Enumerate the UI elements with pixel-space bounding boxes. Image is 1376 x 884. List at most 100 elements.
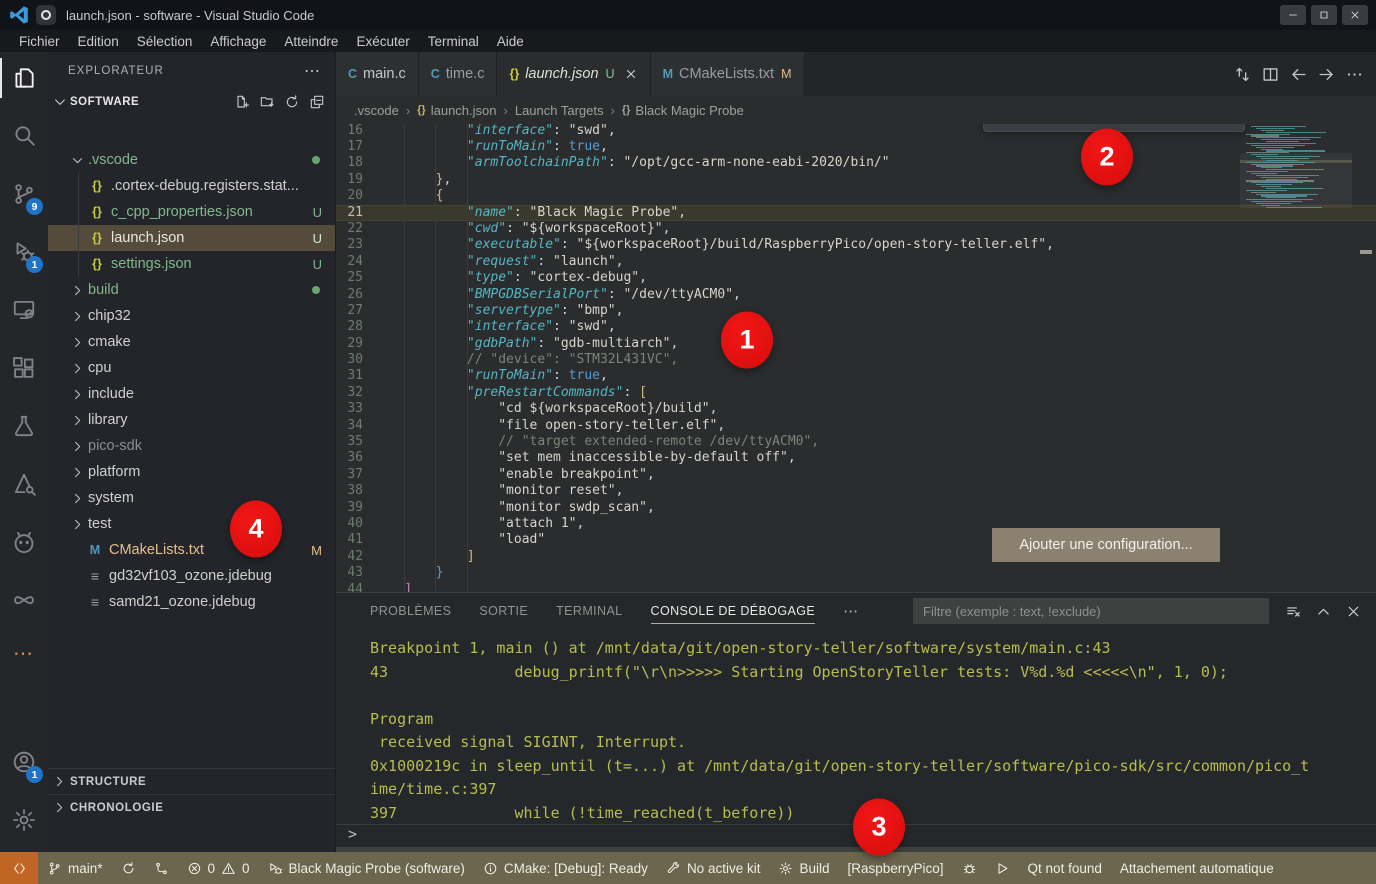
activity-settings-gear[interactable] (0, 794, 48, 846)
menu-aide[interactable]: Aide (488, 32, 533, 51)
activity-extensions[interactable] (0, 342, 48, 394)
tree-item--cortex-debug-registers-stat-[interactable]: {}.cortex-debug.registers.stat... (48, 173, 336, 199)
activity-run-debug[interactable]: 1 (0, 226, 48, 278)
tree-item-include[interactable]: include (48, 381, 336, 407)
tree-item-test[interactable]: test (48, 511, 336, 537)
activity-source-control[interactable]: 9 (0, 168, 48, 220)
activity-ellipsis[interactable]: ⋯ (0, 632, 48, 684)
close-button[interactable] (1342, 5, 1368, 25)
tab-cmakelists-txt[interactable]: MCMakeLists.txtM (651, 52, 805, 96)
section-chronologie[interactable]: CHRONOLOGIE (48, 794, 336, 820)
close-button[interactable] (1345, 603, 1362, 620)
menu-atteindre[interactable]: Atteindre (275, 32, 347, 51)
debug-continue-button[interactable] (1047, 124, 1071, 127)
collapse-all-button[interactable] (309, 94, 325, 110)
debug-step-out-button[interactable] (1130, 124, 1154, 127)
minimize-button[interactable] (1280, 5, 1306, 25)
tree-item-chip32[interactable]: chip32 (48, 303, 336, 329)
panel-tab-probl-mes[interactable]: PROBLÈMES (370, 593, 451, 629)
editor-scrollbar[interactable] (1356, 124, 1376, 592)
refresh-button[interactable] (284, 94, 300, 110)
activity-test-beaker[interactable] (0, 400, 48, 452)
status-build[interactable]: Build (769, 852, 838, 884)
tree-item-c-cpp-properties-json[interactable]: {}c_cpp_properties.jsonU (48, 199, 336, 225)
status-git-graph[interactable] (145, 852, 178, 884)
panel-tab-terminal[interactable]: TERMINAL (556, 593, 622, 629)
breadcrumb-item[interactable]: Launch Targets (515, 103, 604, 118)
status-black-magic-probe-software-[interactable]: Black Magic Probe (software) (259, 852, 474, 884)
debug-power-button[interactable] (1020, 124, 1044, 127)
status-main-[interactable]: main* (38, 852, 112, 884)
activity-files[interactable] (0, 52, 48, 104)
debug-stop-button[interactable] (1185, 124, 1209, 127)
activity-vs-intellicode[interactable] (0, 574, 48, 626)
code-editor[interactable]: 16 "interface": "swd",17 "runToMain": tr… (336, 124, 1376, 592)
tree-item-library[interactable]: library (48, 407, 336, 433)
maximize-button[interactable] (1311, 5, 1337, 25)
tab-close-icon[interactable] (624, 67, 638, 81)
section-structure[interactable]: STRUCTURE (48, 768, 336, 794)
status--raspberrypico-[interactable]: [RaspberryPico] (839, 852, 953, 884)
activity-search[interactable] (0, 110, 48, 162)
new-folder-button[interactable] (259, 94, 275, 110)
tab-main-c[interactable]: Cmain.c (336, 52, 419, 96)
open-changes-button[interactable] (1233, 65, 1252, 84)
activity-cmake-tools[interactable] (0, 458, 48, 510)
menu-terminal[interactable]: Terminal (419, 32, 488, 51)
tree-item-launch-json[interactable]: {}launch.jsonU (48, 225, 336, 251)
panel-tab-console-de-d-bogage[interactable]: CONSOLE DE DÉBOGAGE (651, 593, 816, 629)
panel-tab-sortie[interactable]: SORTIE (479, 593, 528, 629)
tab-launch-json[interactable]: {}launch.jsonU (497, 52, 650, 96)
tree-item-cpu[interactable]: cpu (48, 355, 336, 381)
menu-edition[interactable]: Edition (69, 32, 128, 51)
tree-item-settings-json[interactable]: {}settings.jsonU (48, 251, 336, 277)
tree-item--vscode[interactable]: .vscode (48, 147, 336, 173)
debug-step-over-button[interactable] (1075, 124, 1099, 127)
status-cmake-debug-ready[interactable]: CMake: [Debug]: Ready (474, 852, 657, 884)
debug-gripper-button[interactable] (992, 124, 1016, 127)
status-bug[interactable] (953, 852, 986, 884)
clear-console-button[interactable] (1285, 603, 1302, 620)
menu-exécuter[interactable]: Exécuter (347, 32, 418, 51)
tree-item-samd21-ozone-jdebug[interactable]: ≡samd21_ozone.jdebug (48, 589, 336, 615)
debug-console-filter-input[interactable] (913, 598, 1269, 624)
tree-item-cmake[interactable]: cmake (48, 329, 336, 355)
sidebar-more-icon[interactable]: ⋯ (304, 61, 321, 81)
tree-item-build[interactable]: build (48, 277, 336, 303)
tree-item-gd32vf103-ozone-jdebug[interactable]: ≡gd32vf103_ozone.jdebug (48, 563, 336, 589)
status-0[interactable]: 00 (178, 852, 259, 884)
activity-account[interactable]: 1 (0, 736, 48, 788)
menu-fichier[interactable]: Fichier (10, 32, 69, 51)
arrow-right-button[interactable] (1317, 65, 1336, 84)
breadcrumb-item[interactable]: .vscode (354, 103, 399, 118)
status-play[interactable] (986, 852, 1019, 884)
status-sync[interactable] (112, 852, 145, 884)
activity-platformio[interactable] (0, 516, 48, 568)
breadcrumb-item[interactable]: {}Black Magic Probe (622, 103, 744, 118)
status-remote[interactable] (0, 852, 38, 884)
panel-more-icon[interactable]: ⋯ (843, 602, 859, 620)
status-no-active-kit[interactable]: No active kit (657, 852, 770, 884)
debug-chevron-down-button[interactable] (1212, 124, 1236, 127)
debug-restart-button[interactable] (1157, 124, 1181, 127)
activity-remote-explorer[interactable] (0, 284, 48, 336)
new-file-button[interactable] (234, 94, 250, 110)
workspace-section-header[interactable]: SOFTWARE (48, 90, 335, 114)
menu-affichage[interactable]: Affichage (201, 32, 275, 51)
more-ellipsis-button[interactable] (1345, 65, 1364, 84)
tree-item-cmakelists-txt[interactable]: MCMakeLists.txtM (48, 537, 336, 563)
tree-item-platform[interactable]: platform (48, 459, 336, 485)
breadcrumb-item[interactable]: {}launch.json (417, 103, 496, 118)
tree-item-pico-sdk[interactable]: pico-sdk (48, 433, 336, 459)
split-editor-button[interactable] (1261, 65, 1280, 84)
debug-step-into-button[interactable] (1102, 124, 1126, 127)
status-attachement-automatique[interactable]: Attachement automatique (1111, 852, 1283, 884)
tree-item-system[interactable]: system (48, 485, 336, 511)
tab-time-c[interactable]: Ctime.c (419, 52, 498, 96)
menu-sélection[interactable]: Sélection (128, 32, 202, 51)
add-configuration-button[interactable]: Ajouter une configuration... (992, 528, 1220, 562)
status-qt-not-found[interactable]: Qt not found (1019, 852, 1111, 884)
arrow-left-button[interactable] (1289, 65, 1308, 84)
chevron-up-button[interactable] (1315, 603, 1332, 620)
minimap[interactable] (1240, 124, 1352, 592)
